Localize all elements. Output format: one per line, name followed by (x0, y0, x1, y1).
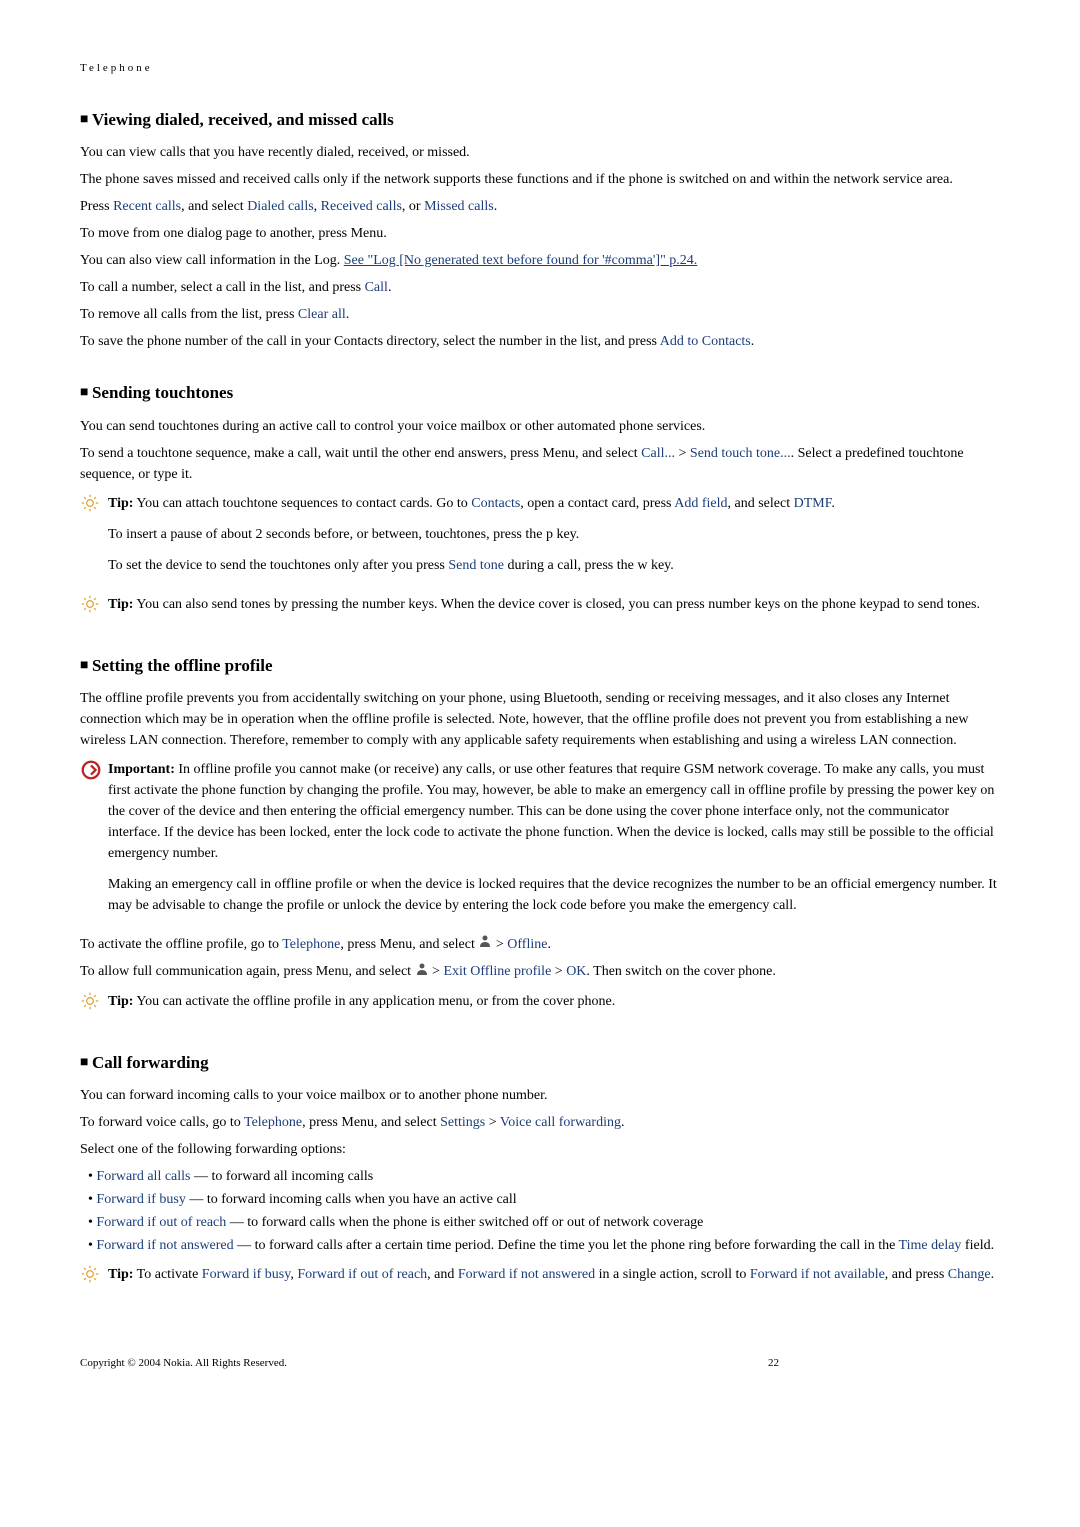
page-footer: Copyright © 2004 Nokia. All Rights Reser… (80, 1355, 1000, 1372)
paragraph: To allow full communication again, press… (80, 961, 1000, 982)
paragraph: To activate the offline profile, go to T… (80, 934, 1000, 955)
term-forward-if-not-answered: Forward if not answered (96, 1238, 233, 1253)
paragraph: Select one of the following forwarding o… (80, 1139, 1000, 1160)
paragraph: To save the phone number of the call in … (80, 331, 1000, 352)
forwarding-options-list: Forward all calls — to forward all incom… (80, 1166, 1000, 1256)
paragraph: To move from one dialog page to another,… (80, 223, 1000, 244)
term-settings: Settings (440, 1115, 485, 1130)
paragraph: To send a touchtone sequence, make a cal… (80, 443, 1000, 485)
term-missed-calls: Missed calls (424, 199, 494, 214)
term-contacts: Contacts (471, 496, 520, 511)
term-forward-if-not-answered: Forward if not answered (458, 1267, 595, 1282)
term-forward-if-not-available: Forward if not available (750, 1267, 885, 1282)
link-see-log[interactable]: See "Log [No generated text before found… (344, 253, 698, 268)
important-block: Important: In offline profile you cannot… (80, 759, 1000, 926)
paragraph: The phone saves missed and received call… (80, 169, 1000, 190)
paragraph: You can forward incoming calls to your v… (80, 1085, 1000, 1106)
term-forward-if-busy: Forward if busy (96, 1192, 185, 1207)
tip-content: Tip: You can also send tones by pressing… (108, 594, 1000, 625)
important-content: Important: In offline profile you cannot… (108, 759, 1000, 926)
list-item: Forward if busy — to forward incoming ca… (80, 1189, 1000, 1210)
list-item: Forward if out of reach — to forward cal… (80, 1212, 1000, 1233)
paragraph: You can view calls that you have recentl… (80, 142, 1000, 163)
term-add-to-contacts: Add to Contacts (660, 334, 751, 349)
term-offline: Offline (507, 937, 547, 952)
term-recent-calls: Recent calls (113, 199, 181, 214)
important-icon (80, 759, 108, 789)
page-number: 22 (768, 1355, 779, 1372)
tip-content: Tip: You can activate the offline profil… (108, 991, 1000, 1022)
lightbulb-icon (80, 1264, 108, 1292)
profile-icon (415, 962, 429, 983)
section-title-offline-profile: Setting the offline profile (80, 653, 1000, 679)
term-add-field: Add field (674, 496, 727, 511)
term-time-delay: Time delay (899, 1238, 962, 1253)
section-title-viewing-calls: Viewing dialed, received, and missed cal… (80, 107, 1000, 133)
term-call: Call (365, 280, 388, 295)
term-dtmf: DTMF (794, 496, 832, 511)
list-item: Forward all calls — to forward all incom… (80, 1166, 1000, 1187)
tip-block: Tip: You can also send tones by pressing… (80, 594, 1000, 625)
tip-content: Tip: You can attach touchtone sequences … (108, 493, 1000, 586)
term-exit-offline: Exit Offline profile (443, 964, 551, 979)
lightbulb-icon (80, 991, 108, 1019)
list-item: Forward if not answered — to forward cal… (80, 1235, 1000, 1256)
term-clear-all: Clear all (298, 307, 346, 322)
section-title-call-forwarding: Call forwarding (80, 1050, 1000, 1076)
paragraph: Press Recent calls, and select Dialed ca… (80, 196, 1000, 217)
term-send-tone: Send tone (448, 558, 504, 573)
term-change: Change (948, 1267, 991, 1282)
paragraph: You can also view call information in th… (80, 250, 1000, 271)
term-forward-all-calls: Forward all calls (96, 1169, 190, 1184)
paragraph: The offline profile prevents you from ac… (80, 688, 1000, 751)
lightbulb-icon (80, 493, 108, 521)
term-voice-call-forwarding: Voice call forwarding (500, 1115, 621, 1130)
tip-block: Tip: You can attach touchtone sequences … (80, 493, 1000, 586)
term-telephone: Telephone (244, 1115, 302, 1130)
profile-icon (478, 934, 492, 955)
lightbulb-icon (80, 594, 108, 622)
term-dialed-calls: Dialed calls (247, 199, 313, 214)
paragraph: To forward voice calls, go to Telephone,… (80, 1112, 1000, 1133)
term-forward-if-out-of-reach: Forward if out of reach (96, 1215, 226, 1230)
term-received-calls: Received calls (321, 199, 402, 214)
copyright: Copyright © 2004 Nokia. All Rights Reser… (80, 1355, 287, 1372)
section-title-sending-touchtones: Sending touchtones (80, 380, 1000, 406)
term-send-touch-tone: Send touch tone... (690, 446, 791, 461)
tip-block: Tip: You can activate the offline profil… (80, 991, 1000, 1022)
term-ok: OK (566, 964, 586, 979)
term-telephone: Telephone (282, 937, 340, 952)
paragraph: You can send touchtones during an active… (80, 416, 1000, 437)
term-call-menu: Call... (641, 446, 675, 461)
tip-content: Tip: To activate Forward if busy, Forwar… (108, 1264, 1000, 1295)
tip-block: Tip: To activate Forward if busy, Forwar… (80, 1264, 1000, 1295)
term-forward-if-out-of-reach: Forward if out of reach (297, 1267, 427, 1282)
term-forward-if-busy: Forward if busy (202, 1267, 291, 1282)
paragraph: To call a number, select a call in the l… (80, 277, 1000, 298)
paragraph: To remove all calls from the list, press… (80, 304, 1000, 325)
page-header: Telephone (80, 60, 1000, 77)
